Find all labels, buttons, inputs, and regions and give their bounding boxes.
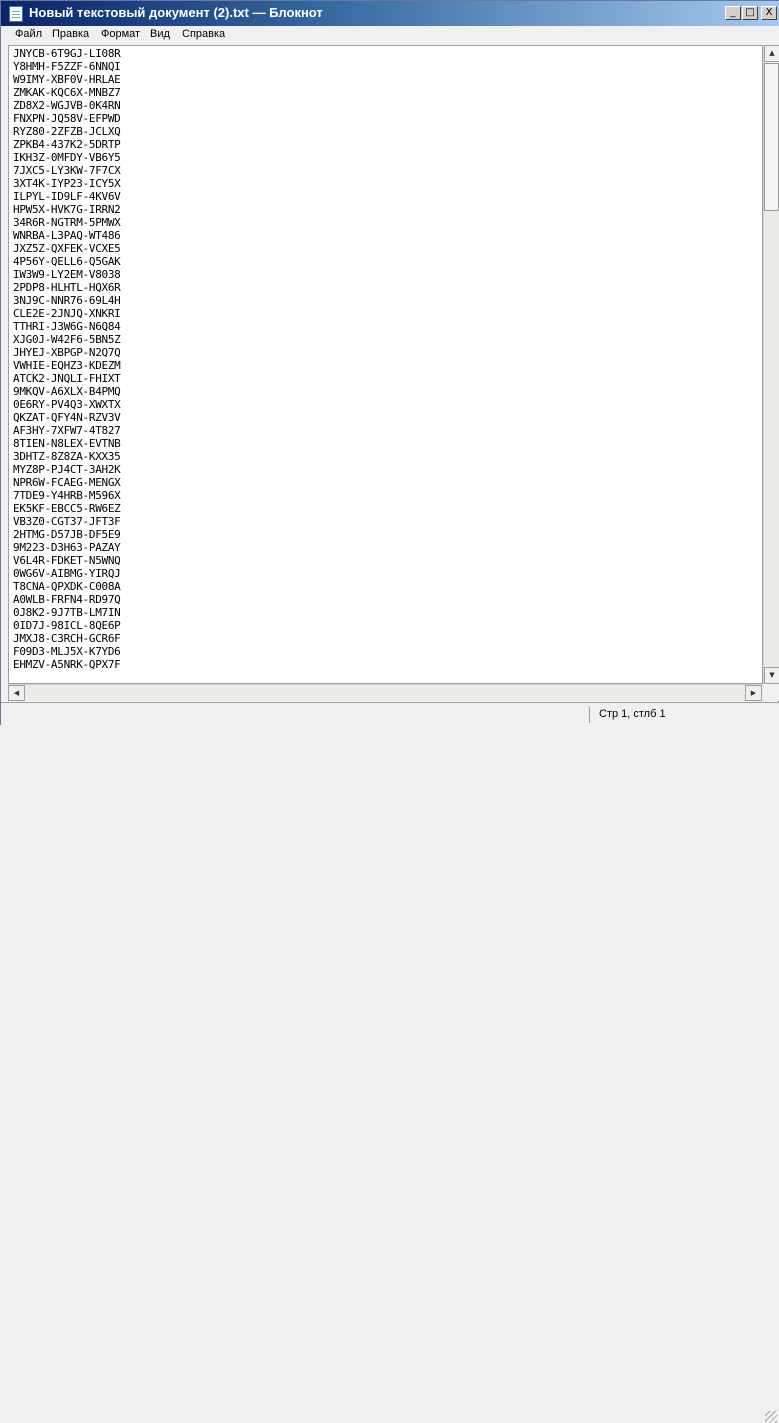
text-line: QKZAT-QFY4N-RZV3V [13, 411, 121, 424]
horizontal-scrollbar[interactable]: ◀ ▶ [8, 684, 763, 701]
minimize-button[interactable]: _ [725, 6, 741, 20]
text-line: Y8HMH-F5ZZF-6NNQI [13, 60, 121, 73]
text-line: EK5KF-EBCC5-RW6EZ [13, 502, 121, 515]
text-line: 0WG6V-AIBMG-YIRQJ [13, 567, 121, 580]
text-line: JHYEJ-XBPGP-N2Q7Q [13, 346, 121, 359]
text-line: 7JXC5-LY3KW-7F7CX [13, 164, 121, 177]
text-line: 9M223-D3H63-PAZAY [13, 541, 121, 554]
text-line: NPR6W-FCAEG-MENGX [13, 476, 121, 489]
text-line: T8CNA-QPXDK-C008A [13, 580, 121, 593]
text-line: MYZ8P-PJ4CT-3AH2K [13, 463, 121, 476]
text-line: 0J8K2-9J7TB-LM7IN [13, 606, 121, 619]
text-line: XJG0J-W42F6-5BN5Z [13, 333, 121, 346]
text-line: 34R6R-NGTRM-5PMWX [13, 216, 121, 229]
menu-format[interactable]: Формат [101, 28, 140, 40]
vertical-scroll-thumb[interactable] [764, 63, 779, 211]
text-line: ZMKAK-KQC6X-MNBZ7 [13, 86, 121, 99]
text-line: ZPKB4-437K2-5DRTP [13, 138, 121, 151]
text-line: V6L4R-FDKET-N5WNQ [13, 554, 121, 567]
text-line: AF3HY-7XFW7-4T827 [13, 424, 121, 437]
menu-bar: Файл Правка Формат Вид Справка [1, 26, 779, 45]
scroll-down-icon[interactable]: ▼ [764, 667, 779, 684]
text-line: 8TIEN-N8LEX-EVTNB [13, 437, 121, 450]
menu-edit[interactable]: Правка [52, 28, 89, 40]
text-line: EHMZV-A5NRK-QPX7F [13, 658, 121, 671]
text-line: 3DHTZ-8Z8ZA-KXX35 [13, 450, 121, 463]
scroll-left-icon[interactable]: ◀ [8, 685, 25, 701]
text-editor[interactable]: JNYCB-6T9GJ-LI08R Y8HMH-F5ZZF-6NNQI W9IMY-… [8, 45, 763, 684]
text-line: 2PDP8-HLHTL-HQX6R [13, 281, 121, 294]
maximize-button[interactable]: □ [742, 6, 758, 20]
scrollbar-corner [763, 684, 779, 701]
title-bar[interactable]: Новый текстовый документ (2).txt — Блокн… [1, 1, 779, 26]
text-line: RYZ80-2ZFZB-JCLXQ [13, 125, 121, 138]
text-line: FNXPN-JQ58V-EFPWD [13, 112, 121, 125]
text-line: A0WLB-FRFN4-RD97Q [13, 593, 121, 606]
scroll-up-icon[interactable]: ▲ [764, 45, 779, 62]
text-line: JXZ5Z-QXFEK-VCXE5 [13, 242, 121, 255]
resize-grip-icon[interactable] [765, 1411, 777, 1423]
text-line: 9MKQV-A6XLX-B4PMQ [13, 385, 121, 398]
text-line: IW3W9-LY2EM-V8038 [13, 268, 121, 281]
text-line: JNYCB-6T9GJ-LI08R [13, 47, 121, 60]
cursor-position: Стр 1, стлб 1 [599, 708, 666, 720]
text-line: 3XT4K-IYP23-ICY5X [13, 177, 121, 190]
text-line: ILPYL-ID9LF-4KV6V [13, 190, 121, 203]
text-line: JMXJ8-C3RCH-GCR6F [13, 632, 121, 645]
vertical-scrollbar[interactable]: ▲ ▼ [763, 45, 779, 684]
text-line: 7TDE9-Y4HRB-M596X [13, 489, 121, 502]
text-line: 0ID7J-98ICL-8QE6P [13, 619, 121, 632]
text-line: CLE2E-2JNJQ-XNKRI [13, 307, 121, 320]
text-line: ZD8X2-WGJVB-0K4RN [13, 99, 121, 112]
notepad-window: Новый текстовый документ (2).txt — Блокн… [0, 0, 779, 1423]
text-line: TTHRI-J3W6G-N6Q84 [13, 320, 121, 333]
text-line: VWHIE-EQHZ3-KDEZM [13, 359, 121, 372]
text-line: F09D3-MLJ5X-K7YD6 [13, 645, 121, 658]
menu-file[interactable]: Файл [15, 28, 42, 40]
menu-view[interactable]: Вид [150, 28, 170, 40]
text-line: 4P56Y-QELL6-Q5GAK [13, 255, 121, 268]
text-line: VB3Z0-CGT37-JFT3F [13, 515, 121, 528]
text-line: WNRBA-L3PAQ-WT486 [13, 229, 121, 242]
text-line: 3NJ9C-NNR76-69L4H [13, 294, 121, 307]
notepad-icon [9, 6, 23, 22]
status-bar: Стр 1, стлб 1 [1, 702, 779, 1423]
text-line: IKH3Z-0MFDY-VB6Y5 [13, 151, 121, 164]
close-button[interactable]: X [761, 6, 777, 20]
text-line: 2HTMG-D57JB-DF5E9 [13, 528, 121, 541]
window-title: Новый текстовый документ (2).txt — Блокн… [29, 5, 323, 20]
text-line: ATCK2-JNQLI-FHIXT [13, 372, 121, 385]
text-line: 0E6RY-PV4Q3-XWXTX [13, 398, 121, 411]
status-divider [589, 706, 590, 723]
scroll-right-icon[interactable]: ▶ [745, 685, 762, 701]
menu-help[interactable]: Справка [182, 28, 225, 40]
text-line: HPW5X-HVK7G-IRRN2 [13, 203, 121, 216]
text-line: W9IMY-XBF0V-HRLAE [13, 73, 121, 86]
